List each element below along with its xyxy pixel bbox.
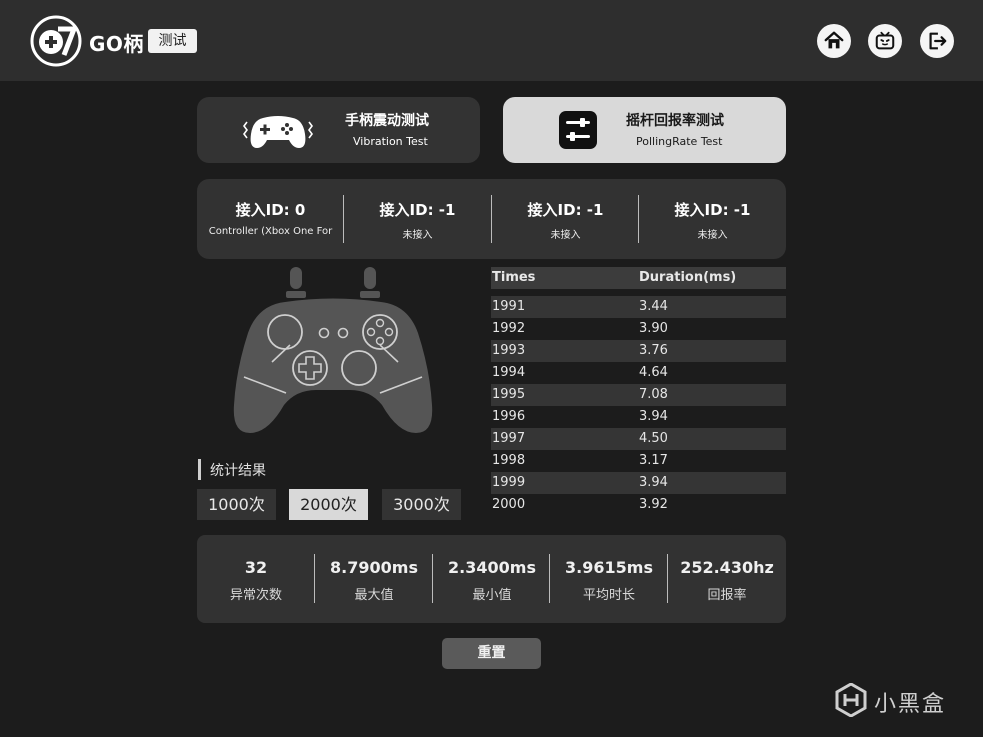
slot-title: 接入ID: -1 bbox=[527, 201, 604, 219]
table-row: 1993 3.76 bbox=[491, 340, 786, 362]
count-1000-button[interactable]: 1000次 bbox=[197, 489, 276, 520]
table-row: 1991 3.44 bbox=[491, 296, 786, 318]
home-icon bbox=[824, 31, 844, 49]
summary-value: 3.9615ms bbox=[565, 558, 653, 577]
polling-table: Times Duration(ms) 1991 3.44 1992 3.90 199… bbox=[491, 267, 786, 516]
summary-polling-rate: 252.430hz 回报率 bbox=[668, 535, 786, 623]
tab-vibration-title: 手柄震动测试 bbox=[345, 113, 429, 129]
go-logo-icon bbox=[30, 15, 82, 67]
sliders-icon bbox=[559, 111, 597, 149]
count-2000-button[interactable]: 2000次 bbox=[289, 489, 368, 520]
cell-duration: 3.76 bbox=[639, 343, 668, 358]
summary-value: 2.3400ms bbox=[448, 558, 536, 577]
table-row: 2000 3.92 bbox=[491, 494, 786, 516]
count-3000-button[interactable]: 3000次 bbox=[382, 489, 461, 520]
column-header-times: Times bbox=[492, 270, 536, 285]
cell-duration: 3.94 bbox=[639, 475, 668, 490]
cell-times: 1998 bbox=[492, 453, 526, 468]
table-header: Times Duration(ms) bbox=[491, 267, 786, 289]
cell-duration: 4.64 bbox=[639, 365, 668, 380]
cell-duration: 7.08 bbox=[639, 387, 668, 402]
slot-title: 接入ID: -1 bbox=[674, 201, 751, 219]
tab-pollingrate-test[interactable]: 摇杆回报率测试 PollingRate Test bbox=[503, 97, 786, 163]
slot-3[interactable]: 接入ID: -1 未接入 bbox=[639, 179, 786, 259]
cell-times: 1999 bbox=[492, 475, 526, 490]
slot-title: 接入ID: 0 bbox=[235, 201, 306, 219]
summary-average: 3.9615ms 平均时长 bbox=[550, 535, 668, 623]
summary-anomaly-count: 32 异常次数 bbox=[197, 535, 315, 623]
cell-times: 1994 bbox=[492, 365, 526, 380]
section-marker bbox=[198, 459, 201, 480]
slot-device-name: Controller (Xbox One For bbox=[208, 226, 333, 237]
gamepad-vibration-icon bbox=[243, 116, 313, 148]
table-row: 1996 3.94 bbox=[491, 406, 786, 428]
table-row: 1995 7.08 bbox=[491, 384, 786, 406]
cell-times: 2000 bbox=[492, 497, 526, 512]
mode-badge: 测试 bbox=[148, 29, 197, 53]
cell-times: 1993 bbox=[492, 343, 526, 358]
summary-label: 平均时长 bbox=[582, 588, 635, 603]
logout-button[interactable] bbox=[920, 24, 954, 58]
stats-section-title: 统计结果 bbox=[210, 463, 266, 479]
summary-value: 32 bbox=[244, 558, 268, 577]
summary-max: 8.7900ms 最大值 bbox=[315, 535, 433, 623]
bilibili-tv-icon bbox=[875, 31, 895, 50]
table-body: 1991 3.44 1992 3.90 1993 3.76 1994 4.64 1995… bbox=[491, 296, 786, 516]
table-row: 1992 3.90 bbox=[491, 318, 786, 340]
summary-label: 回报率 bbox=[707, 588, 747, 603]
table-row: 1997 4.50 bbox=[491, 428, 786, 450]
table-row: 1994 4.64 bbox=[491, 362, 786, 384]
slot-2[interactable]: 接入ID: -1 未接入 bbox=[492, 179, 639, 259]
slot-title: 接入ID: -1 bbox=[379, 201, 456, 219]
app-header: GO柄 测试 bbox=[0, 0, 983, 81]
summary-label: 最小值 bbox=[472, 588, 512, 603]
home-button[interactable] bbox=[817, 24, 851, 58]
slot-1[interactable]: 接入ID: -1 未接入 bbox=[344, 179, 491, 259]
cell-times: 1992 bbox=[492, 321, 526, 336]
cell-duration: 3.17 bbox=[639, 453, 668, 468]
cell-duration: 3.44 bbox=[639, 299, 668, 314]
watermark-text: 小黑盒 bbox=[874, 692, 947, 717]
tab-vibration-test[interactable]: 手柄震动测试 Vibration Test bbox=[197, 97, 480, 163]
xiaoheihe-logo-icon bbox=[835, 683, 867, 717]
tab-vibration-subtitle: Vibration Test bbox=[353, 135, 428, 148]
cell-duration: 3.90 bbox=[639, 321, 668, 336]
column-header-duration: Duration(ms) bbox=[639, 270, 737, 285]
brand-name: GO柄 bbox=[89, 32, 144, 56]
summary-value: 8.7900ms bbox=[330, 558, 418, 577]
summary-label: 最大值 bbox=[354, 588, 394, 603]
summary-label: 异常次数 bbox=[229, 588, 282, 603]
bilibili-button[interactable] bbox=[868, 24, 902, 58]
cell-times: 1997 bbox=[492, 431, 526, 446]
tab-pollingrate-title: 摇杆回报率测试 bbox=[626, 113, 724, 129]
controller-illustration bbox=[233, 267, 433, 433]
cell-times: 1995 bbox=[492, 387, 526, 402]
table-row: 1998 3.17 bbox=[491, 450, 786, 472]
tab-pollingrate-subtitle: PollingRate Test bbox=[636, 135, 723, 148]
cell-times: 1991 bbox=[492, 299, 526, 314]
cell-duration: 3.92 bbox=[639, 497, 668, 512]
slot-status: 未接入 bbox=[697, 230, 728, 241]
controller-slots: 接入ID: 0 Controller (Xbox One For 接入ID: -… bbox=[197, 179, 786, 259]
cell-times: 1996 bbox=[492, 409, 526, 424]
slot-status: 未接入 bbox=[550, 230, 581, 241]
summary-min: 2.3400ms 最小值 bbox=[433, 535, 551, 623]
summary-value: 252.430hz bbox=[680, 558, 774, 577]
slot-status: 未接入 bbox=[402, 230, 433, 241]
logout-icon bbox=[929, 32, 947, 50]
cell-duration: 4.50 bbox=[639, 431, 668, 446]
reset-button[interactable]: 重置 bbox=[442, 638, 541, 669]
cell-duration: 3.94 bbox=[639, 409, 668, 424]
table-row: 1999 3.94 bbox=[491, 472, 786, 494]
slot-0[interactable]: 接入ID: 0 Controller (Xbox One For bbox=[197, 179, 344, 259]
summary-panel: 32 异常次数 8.7900ms 最大值 2.3400ms 最小值 3.9615… bbox=[197, 535, 786, 623]
